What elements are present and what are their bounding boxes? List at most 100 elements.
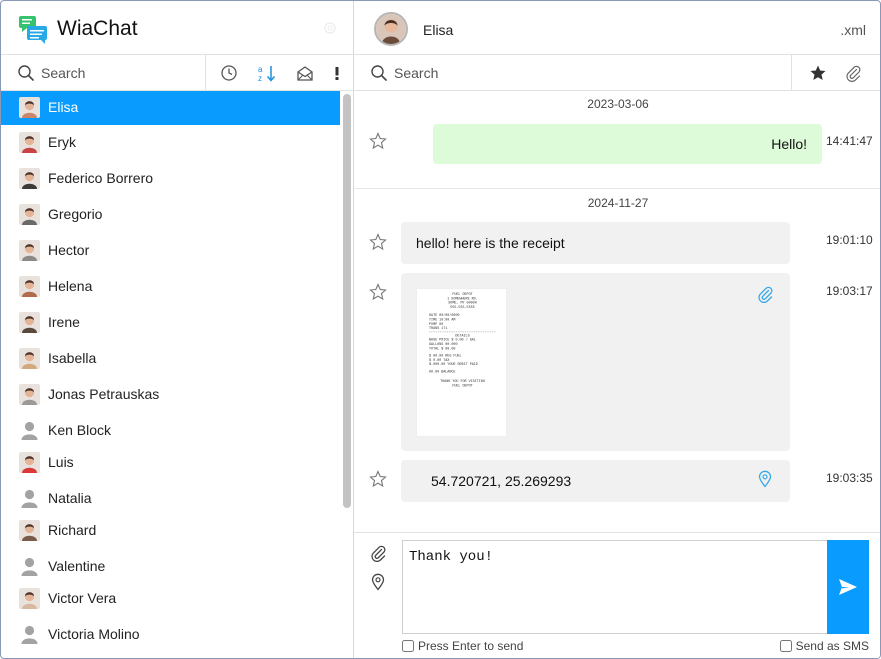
- recent-clock-icon[interactable]: [220, 64, 238, 82]
- message-bubble-outgoing[interactable]: Hello!: [433, 124, 822, 164]
- star-message-icon[interactable]: [369, 283, 387, 301]
- toolbar-divider: [205, 55, 206, 90]
- starred-filter-star-icon[interactable]: [809, 64, 827, 82]
- app-logo-icon: [19, 16, 47, 44]
- contact-name: Federico Borrero: [48, 170, 154, 186]
- export-xml-link[interactable]: .xml: [840, 22, 866, 38]
- receipt-image[interactable]: FUEL DEPOT 1 SOMEWHERE RD. SOME, MY 00000 5…: [416, 288, 507, 437]
- contact-item[interactable]: Luis: [1, 446, 340, 480]
- contact-item[interactable]: Hector: [1, 234, 340, 268]
- contact-avatar: [19, 276, 40, 297]
- contact-name: Ken Block: [48, 422, 112, 438]
- press-enter-option[interactable]: Press Enter to send: [402, 639, 523, 653]
- contact-item[interactable]: Gregorio: [1, 198, 340, 232]
- chat-search-bar: [354, 55, 880, 91]
- svg-text:555-555-5555: 555-555-5555: [450, 306, 474, 310]
- app-window: WiaChat a z: [0, 0, 881, 659]
- location-coordinates: 54.720721, 25.269293: [431, 473, 572, 489]
- contact-name: Jonas Petrauskas: [48, 386, 160, 402]
- svg-text:$ 00.00 REG FUEL: $ 00.00 REG FUEL: [429, 354, 462, 359]
- contact-name: Irene: [48, 314, 80, 330]
- send-as-sms-option[interactable]: Send as SMS: [779, 639, 869, 653]
- share-location-pin-icon[interactable]: [369, 573, 387, 591]
- star-message-icon[interactable]: [369, 132, 387, 150]
- contact-avatar: [19, 132, 40, 153]
- contact-avatar: [19, 452, 40, 473]
- contact-avatar: [19, 520, 40, 541]
- send-as-sms-checkbox[interactable]: [779, 640, 792, 652]
- chat-search-input[interactable]: [394, 61, 774, 85]
- important-exclamation-icon[interactable]: [331, 64, 343, 82]
- contact-item[interactable]: Richard: [1, 514, 340, 548]
- contact-avatar: [19, 588, 40, 609]
- svg-text:BASE PRICE $ 0.00 / GAL: BASE PRICE $ 0.00 / GAL: [429, 338, 476, 343]
- star-message-icon[interactable]: [369, 233, 387, 251]
- svg-text:TOTAL $ 00.00: TOTAL $ 00.00: [429, 346, 455, 351]
- location-pin-icon[interactable]: [756, 470, 774, 488]
- contact-name: Helena: [48, 278, 93, 294]
- search-icon: [18, 65, 34, 81]
- chat-contact-avatar: [374, 12, 408, 46]
- day-divider: [354, 188, 880, 189]
- message-composer: Press Enter to send Send as SMS: [354, 532, 880, 658]
- contact-item[interactable]: Isabella: [1, 342, 340, 376]
- contact-item[interactable]: Ken Block: [1, 414, 340, 448]
- send-button[interactable]: [827, 540, 869, 634]
- message-input[interactable]: [402, 540, 827, 634]
- contact-name: Victor Vera: [48, 590, 117, 606]
- svg-text:TRANS 171: TRANS 171: [429, 327, 447, 331]
- attachment-paperclip-icon[interactable]: [756, 285, 774, 303]
- contact-name: Luis: [48, 454, 74, 470]
- contact-name: Elisa: [48, 99, 79, 115]
- svg-text:DATE 00/00/0000: DATE 00/00/0000: [429, 313, 460, 318]
- message-bubble-image[interactable]: FUEL DEPOT 1 SOMEWHERE RD. SOME, MY 00000 5…: [401, 273, 790, 451]
- chat-header: Elisa .xml: [354, 1, 880, 55]
- message-time: 19:03:17: [826, 284, 873, 298]
- default-person-icon: [19, 488, 40, 509]
- contact-item[interactable]: Elisa: [1, 91, 340, 125]
- message-text: hello! here is the receipt: [416, 235, 565, 251]
- contact-item[interactable]: Victoria Molino: [1, 618, 340, 652]
- message-time: 14:41:47: [826, 134, 873, 148]
- contact-item[interactable]: Natalia: [1, 482, 340, 516]
- chat-contact-name: Elisa: [423, 22, 454, 38]
- contact-item[interactable]: Irene: [1, 306, 340, 340]
- star-message-icon[interactable]: [369, 470, 387, 488]
- contact-item[interactable]: Victor Vera: [1, 582, 340, 616]
- svg-text:z: z: [258, 74, 262, 82]
- contact-item[interactable]: Jonas Petrauskas: [1, 378, 340, 412]
- press-enter-checkbox[interactable]: [402, 640, 414, 652]
- svg-text:$-000.00 YOUR DEBIT PAID: $-000.00 YOUR DEBIT PAID: [429, 362, 478, 367]
- contact-list-scrollbar[interactable]: [342, 92, 352, 658]
- svg-text:$ 0.00 TAX: $ 0.00 TAX: [429, 358, 449, 363]
- settings-icon[interactable]: [323, 21, 337, 35]
- default-person-icon: [19, 624, 40, 645]
- default-person-icon: [19, 556, 40, 577]
- app-header: WiaChat: [1, 1, 354, 55]
- attach-file-paperclip-icon[interactable]: [369, 544, 387, 562]
- contact-name: Hector: [48, 242, 90, 258]
- scrollbar-thumb[interactable]: [343, 94, 351, 508]
- contact-item[interactable]: Helena: [1, 270, 340, 304]
- contact-name: Victoria Molino: [48, 626, 140, 642]
- contact-item[interactable]: Eryk: [1, 126, 340, 160]
- attachments-filter-paperclip-icon[interactable]: [844, 64, 862, 82]
- contact-avatar: [19, 348, 40, 369]
- contact-name: Eryk: [48, 134, 76, 150]
- default-person-icon: [19, 420, 40, 441]
- contact-name: Gregorio: [48, 206, 103, 222]
- message-bubble-incoming[interactable]: hello! here is the receipt: [401, 222, 790, 264]
- contacts-pane: WiaChat a z: [1, 1, 354, 658]
- contacts-search-input[interactable]: [41, 61, 201, 85]
- sort-alphabetical-icon[interactable]: a z: [257, 64, 277, 82]
- contact-avatar: [19, 168, 40, 189]
- contact-item[interactable]: Federico Borrero: [1, 162, 340, 196]
- unread-envelope-icon[interactable]: [296, 64, 314, 82]
- message-bubble-location[interactable]: 54.720721, 25.269293: [401, 460, 790, 502]
- message-text: Hello!: [771, 136, 807, 152]
- contact-name: Natalia: [48, 490, 92, 506]
- contact-item[interactable]: Valentine: [1, 550, 340, 584]
- message-time: 19:03:35: [826, 471, 873, 485]
- date-separator: 2023-03-06: [587, 97, 649, 111]
- date-separator: 2024-11-27: [587, 196, 649, 210]
